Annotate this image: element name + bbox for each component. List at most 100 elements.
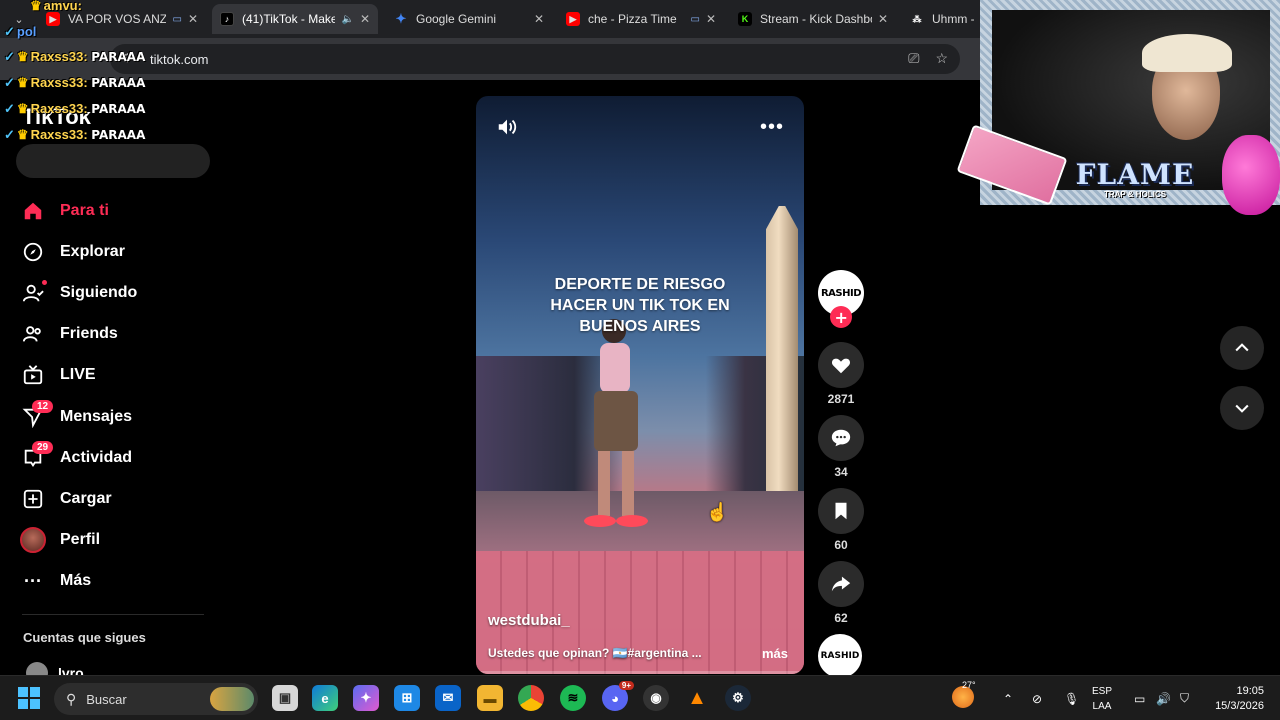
install-app-icon[interactable]: ⎚ <box>908 50 919 67</box>
volume-tray-icon[interactable]: 🔊 <box>1156 676 1171 720</box>
tray-app-icon[interactable]: ⊘ <box>1032 676 1042 720</box>
like-count: 2871 <box>827 392 855 406</box>
vlc-icon[interactable]: ▲ <box>684 685 710 711</box>
live-icon <box>18 360 48 390</box>
tab-close-icon[interactable]: ✕ <box>878 12 888 26</box>
notification-tray-icon[interactable]: ⛉ <box>1180 676 1189 720</box>
edge-icon[interactable]: e <box>312 685 338 711</box>
tab-title: Stream - Kick Dashbo <box>760 12 872 26</box>
bookmark-star-icon[interactable]: ☆ <box>935 50 948 67</box>
overlay-line: HACER UN TIK TOK EN <box>550 297 730 314</box>
discord-badge: 9+ <box>618 681 634 690</box>
network-icon[interactable]: ▭ <box>1134 676 1145 720</box>
tab-close-icon[interactable]: ✕ <box>360 12 370 26</box>
address-bar: ⚙ tiktok.com ⎚ ☆ <box>0 38 980 80</box>
music-disc[interactable]: RASHID <box>818 634 862 678</box>
volume-icon[interactable] <box>496 116 518 138</box>
comment-button[interactable] <box>818 415 864 461</box>
overlay-line: DEPORTE DE RIESGO <box>554 276 726 293</box>
sidebar-item-friends[interactable]: Friends <box>18 314 208 355</box>
profile-avatar <box>20 527 46 554</box>
activity-badge: 29 <box>32 440 54 454</box>
sidebar-item-label: Para ti <box>60 201 109 219</box>
sidebar-item-mensajes[interactable]: 12 Mensajes <box>18 396 208 437</box>
sidebar-item-cargar[interactable]: Cargar <box>18 478 208 519</box>
sidebar-item-para-ti[interactable]: Para ti <box>18 190 208 231</box>
like-button[interactable] <box>818 342 864 388</box>
url-field[interactable]: ⚙ tiktok.com ⎚ ☆ <box>110 44 960 74</box>
sidebar-item-actividad[interactable]: 29 Actividad <box>18 437 208 478</box>
follow-plus-icon[interactable]: + <box>830 306 852 328</box>
tab-search-chevron-icon[interactable]: ⌄ <box>8 8 30 30</box>
video-username[interactable]: westdubai_ <box>488 612 570 629</box>
tab-tiktok[interactable]: ♪ (41)TikTok - Make 🔈 ✕ <box>212 4 378 34</box>
tab-title: che - Pizza Time <box>588 12 677 26</box>
tray-overflow-icon[interactable]: ⌃ <box>1003 676 1013 720</box>
messages-icon: 12 <box>18 399 54 432</box>
heart-icon <box>831 358 851 374</box>
share-button[interactable] <box>818 561 864 607</box>
site-settings-icon[interactable]: ⚙ <box>122 51 138 67</box>
chrome-icon[interactable] <box>518 685 544 711</box>
creator-avatar-text: RASHID <box>820 287 862 299</box>
cast-icon: ▭ <box>690 13 700 25</box>
tab-close-icon[interactable]: ✕ <box>188 12 198 26</box>
overlay-line: BUENOS AIRES <box>579 318 701 335</box>
steam-icon[interactable]: ⚙ <box>725 685 751 711</box>
creator-avatar[interactable]: RASHID + <box>818 270 864 328</box>
tab-uhmm[interactable]: ⁂ Uhmm - 7 <box>902 4 982 34</box>
sidebar-item-label: LIVE <box>60 366 96 384</box>
verified-icon: ✓ <box>4 127 15 142</box>
windows-start-icon[interactable] <box>18 687 40 709</box>
spotify-icon[interactable]: ≋ <box>560 685 586 711</box>
save-button[interactable] <box>818 488 864 534</box>
obs-icon[interactable]: ◉ <box>643 685 669 711</box>
outlook-icon[interactable]: ✉ <box>435 685 461 711</box>
video-player[interactable]: ••• DEPORTE DE RIESGO HACER UN TIK TOK E… <box>476 96 804 674</box>
search-input[interactable] <box>16 144 210 178</box>
kick-icon: K <box>738 12 752 26</box>
sidebar-item-label: Friends <box>60 325 118 343</box>
language-indicator[interactable]: ESP LAA <box>1092 684 1112 714</box>
chat-text: PARAAA <box>91 102 146 116</box>
video-more-icon[interactable]: ••• <box>760 116 784 139</box>
tab-va-por-vos[interactable]: ▶ VA POR VOS ANZ ▭ ✕ <box>38 4 206 34</box>
chevron-down-icon <box>1235 404 1249 413</box>
tab-pizza-time[interactable]: ▶ che - Pizza Time ▭ ✕ <box>558 4 724 34</box>
sidebar-item-explorar[interactable]: Explorar <box>18 231 208 272</box>
sidebar-item-label: Perfil <box>60 531 101 549</box>
youtube-icon: ▶ <box>566 12 580 26</box>
tab-close-icon[interactable]: ✕ <box>706 12 716 26</box>
share-icon <box>831 576 851 592</box>
discord-icon[interactable]: ◕ 9+ <box>602 681 634 711</box>
task-view-icon[interactable]: ▣ <box>272 685 298 711</box>
taskbar-search[interactable]: ⚲ Buscar <box>54 683 258 715</box>
sidebar-item-siguiendo[interactable]: Siguiendo <box>18 272 208 313</box>
sidebar-item-perfil[interactable]: Perfil <box>18 520 208 561</box>
tab-close-icon[interactable]: ✕ <box>534 12 544 26</box>
sidebar-item-mas[interactable]: ··· Más <box>18 561 208 602</box>
video-progress-bar[interactable] <box>476 671 804 674</box>
store-icon[interactable]: ⊞ <box>394 685 420 711</box>
chat-text: PARAAA <box>91 128 146 142</box>
clock-time: 19:05 <box>1236 685 1264 697</box>
system-clock[interactable]: 19:05 15/3/2026 <box>1208 684 1264 714</box>
tab-kick[interactable]: K Stream - Kick Dashbo ✕ <box>730 4 896 34</box>
file-explorer-icon[interactable]: ▬ <box>477 685 503 711</box>
video-person <box>584 319 648 527</box>
caption-more-link[interactable]: más <box>762 646 788 661</box>
sidebar-item-live[interactable]: LIVE <box>18 355 208 396</box>
next-video-button[interactable] <box>1220 386 1264 430</box>
comment-count: 34 <box>834 465 848 479</box>
copilot-icon[interactable]: ✦ <box>353 685 379 711</box>
microphone-icon[interactable]: 🎙 <box>1064 676 1079 720</box>
tab-gemini[interactable]: ✦ Google Gemini ✕ <box>386 4 552 34</box>
sidebar-item-label: Explorar <box>60 242 125 260</box>
tab-title: (41)TikTok - Make <box>242 12 336 26</box>
following-icon <box>18 278 48 308</box>
tiktok-logo[interactable]: TikTok <box>22 104 91 130</box>
previous-video-button[interactable] <box>1220 326 1264 370</box>
speaker-icon[interactable]: 🔈 <box>341 14 353 25</box>
youtube-icon: ▶ <box>46 12 60 26</box>
url-text[interactable]: tiktok.com <box>150 52 209 67</box>
